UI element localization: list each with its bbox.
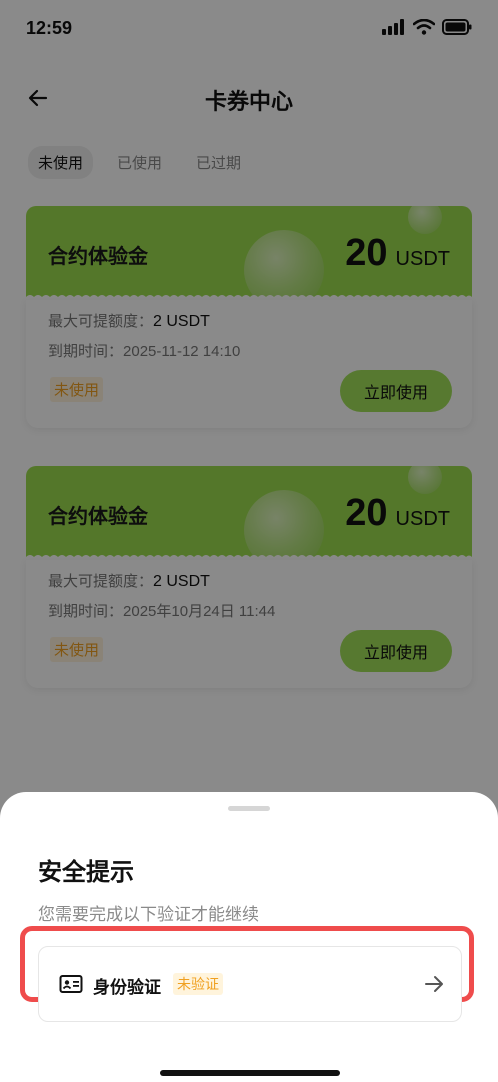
arrow-right-icon xyxy=(425,976,443,992)
sheet-title: 安全提示 xyxy=(38,859,134,886)
verification-label: 身份验证 xyxy=(93,978,161,997)
drag-handle[interactable] xyxy=(228,806,270,811)
home-indicator xyxy=(160,1070,340,1076)
identity-verification-item[interactable]: 身份验证 未验证 xyxy=(38,946,462,1022)
security-bottom-sheet: 安全提示 您需要完成以下验证才能继续 身份验证 未验证 xyxy=(0,792,498,1082)
unverified-badge: 未验证 xyxy=(173,973,223,995)
sheet-subtitle: 您需要完成以下验证才能继续 xyxy=(38,905,259,924)
id-card-icon xyxy=(59,975,83,993)
